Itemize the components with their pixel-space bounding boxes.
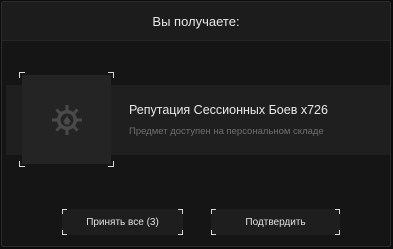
accept-all-label: Принять все (3) [86, 216, 159, 228]
button-corner [178, 209, 183, 214]
button-corner [62, 209, 67, 214]
button-corner [178, 230, 183, 235]
reward-subtitle: Предмет доступен на персональном складе [129, 126, 324, 137]
reward-name: Репутация Сессионных Боев x726 [129, 103, 328, 117]
confirm-label: Подтвердить [245, 216, 306, 228]
button-corner [335, 230, 340, 235]
reward-item-slot[interactable] [19, 72, 114, 167]
dialog-header: Вы получаете: [2, 2, 390, 41]
reputation-emblem-icon [51, 104, 82, 135]
dialog-title: Вы получаете: [152, 13, 240, 29]
reward-info: Репутация Сессионных Боев x726 Предмет д… [129, 103, 328, 137]
confirm-button[interactable]: Подтвердить [211, 209, 340, 235]
button-corner [211, 230, 216, 235]
button-corner [211, 209, 216, 214]
reward-item-box [22, 75, 111, 164]
reward-dialog: Вы получаете: Репутация Сессионных Боев … [1, 1, 391, 247]
accept-all-button[interactable]: Принять все (3) [62, 209, 183, 235]
button-corner [335, 209, 340, 214]
button-corner [62, 230, 67, 235]
